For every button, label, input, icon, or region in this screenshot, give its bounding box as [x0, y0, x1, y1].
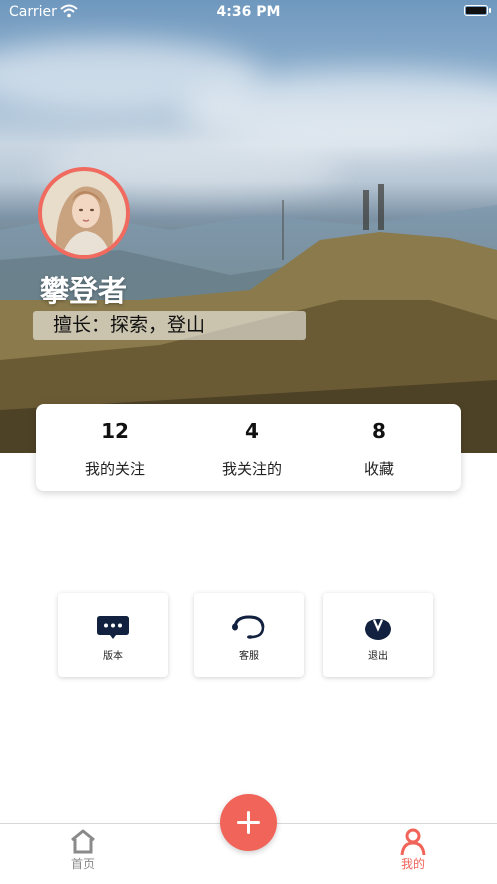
status-bar: Carrier 4:36 PM — [0, 0, 497, 26]
avatar-photo — [42, 171, 126, 255]
customer-service-label: 客服 — [239, 651, 259, 662]
customer-service-icon — [194, 615, 304, 641]
tab-home-label: 首页 — [70, 857, 95, 871]
tab-home[interactable]: 首页 — [43, 824, 123, 884]
add-button[interactable] — [220, 794, 277, 851]
avatar[interactable] — [38, 167, 130, 259]
logout-button[interactable]: 退出 — [323, 593, 433, 677]
stat-label: 我的关注 — [84, 460, 145, 478]
tab-mine[interactable]: 我的 — [373, 824, 453, 884]
user-icon — [373, 828, 453, 856]
home-icon — [43, 828, 123, 854]
stats-card: 12 我的关注 4 我关注的 8 收藏 — [36, 404, 461, 491]
logout-icon — [323, 615, 433, 641]
stat-value: 12 — [101, 419, 129, 443]
battery-icon — [464, 5, 491, 16]
logout-label: 退出 — [368, 651, 388, 662]
stat-value: 8 — [372, 419, 386, 443]
version-button[interactable]: 版本 — [58, 593, 168, 677]
stat-label: 我关注的 — [221, 460, 282, 478]
customer-service-button[interactable]: 客服 — [194, 593, 304, 677]
chat-bubble-icon — [58, 615, 168, 641]
stat-label: 收藏 — [363, 460, 394, 478]
user-skill-tag: 擅长：探索，登山 — [33, 311, 306, 340]
version-label: 版本 — [103, 651, 123, 662]
clock: 4:36 PM — [216, 4, 281, 20]
user-name: 攀登者 — [40, 274, 128, 308]
stat-value: 4 — [245, 419, 259, 443]
tab-mine-label: 我的 — [400, 857, 425, 871]
